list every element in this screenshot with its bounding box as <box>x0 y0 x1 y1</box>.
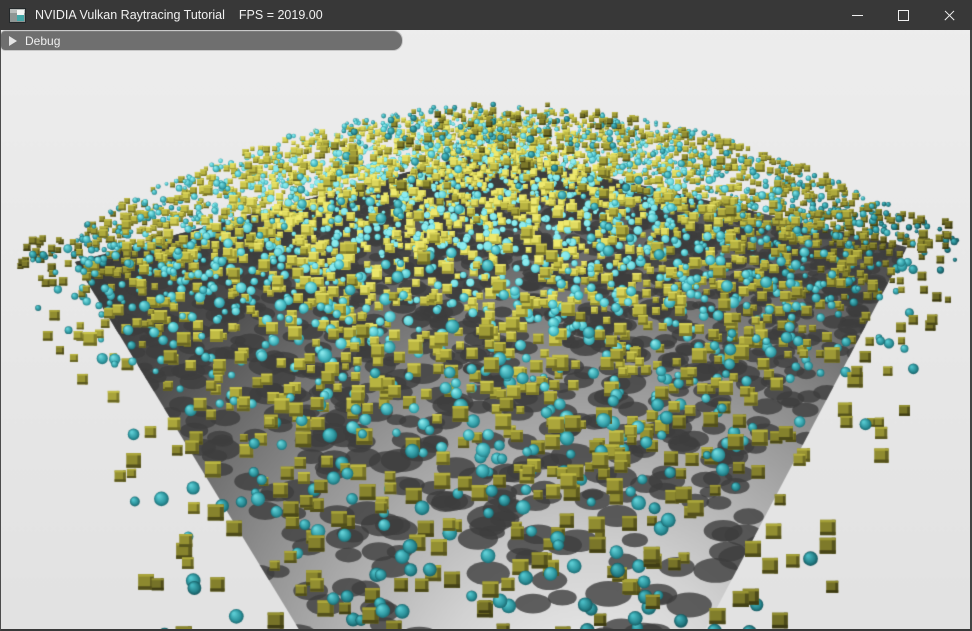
maximize-icon <box>898 10 909 21</box>
titlebar: NVIDIA Vulkan Raytracing Tutorial FPS = … <box>0 0 972 30</box>
viewport[interactable]: Debug <box>0 30 972 631</box>
collapse-arrow-icon <box>9 36 17 46</box>
window-controls <box>834 0 972 30</box>
app-icon <box>10 9 25 22</box>
close-button[interactable] <box>926 0 972 30</box>
close-icon <box>943 9 956 22</box>
window-title: NVIDIA Vulkan Raytracing Tutorial <box>35 8 225 22</box>
debug-panel-header[interactable]: Debug <box>1 31 402 50</box>
raytraced-scene-canvas[interactable] <box>1 30 970 629</box>
debug-panel-label: Debug <box>25 34 60 48</box>
app-window: NVIDIA Vulkan Raytracing Tutorial FPS = … <box>0 0 972 631</box>
minimize-button[interactable] <box>834 0 880 30</box>
maximize-button[interactable] <box>880 0 926 30</box>
minimize-icon <box>852 15 863 16</box>
fps-counter: FPS = 2019.00 <box>239 8 323 22</box>
